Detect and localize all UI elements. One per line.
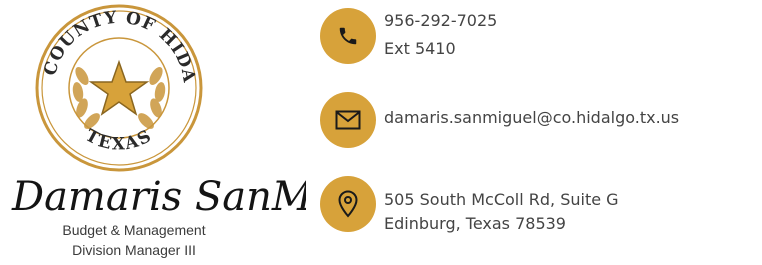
phone-icon (320, 8, 376, 64)
email-address-link[interactable]: damaris.sanmiguel@co.hidalgo.tx.us (384, 106, 679, 130)
svg-text:Damaris SanMiguel: Damaris SanMiguel (11, 174, 306, 220)
job-title-line-1: Budget & Management (62, 222, 206, 238)
job-title-line-2: Division Manager III (72, 242, 196, 258)
signature: Damaris SanMiguel (11, 174, 306, 220)
address-line-2: Edinburg, Texas 78539 (384, 214, 566, 233)
envelope-icon (320, 92, 376, 148)
address-line-1: 505 South McColl Rd, Suite G (384, 190, 619, 209)
map-pin-icon (320, 176, 376, 232)
phone-extension: Ext 5410 (384, 39, 456, 58)
phone-number[interactable]: 956-292-7025 (384, 9, 497, 33)
county-seal-logo: THE COUNTY OF HIDALGO TEXAS (30, 4, 203, 172)
